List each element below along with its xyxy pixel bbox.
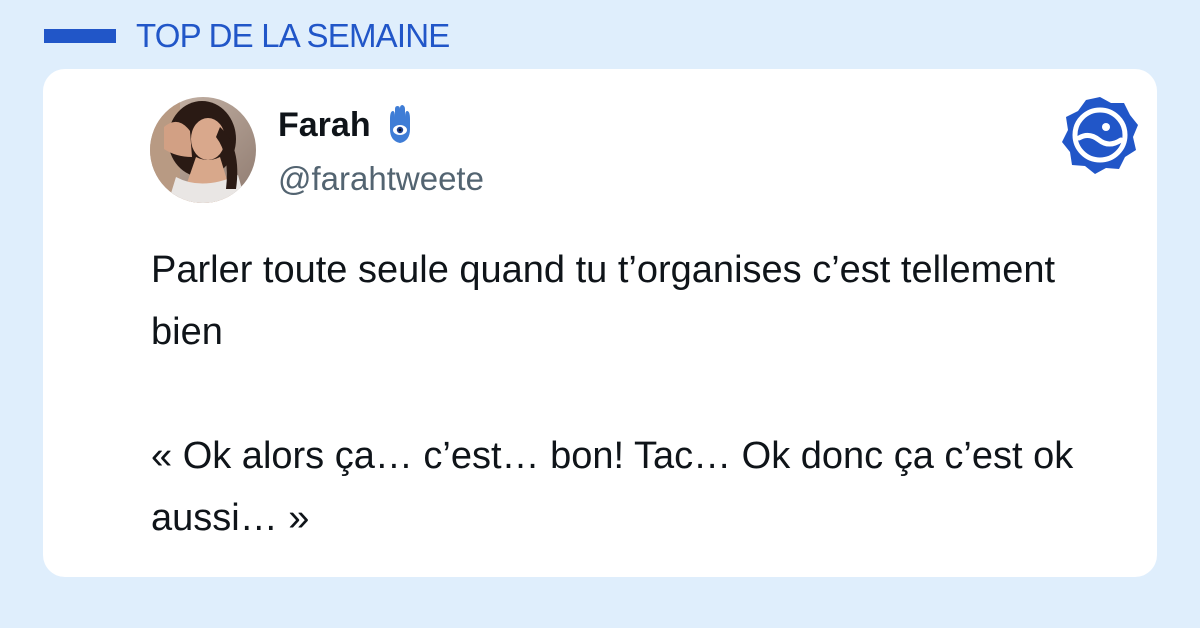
author-handle[interactable]: @farahtweete (278, 157, 484, 201)
header-accent-bar (44, 29, 116, 43)
section-header: TOP DE LA SEMAINE (44, 14, 450, 58)
author-name[interactable]: Farah (278, 103, 371, 147)
tweet-paragraph: « Ok alors ça… c’est… bon! Tac… Ok donc … (151, 435, 1074, 539)
avatar-photo (150, 97, 256, 203)
section-title: TOP DE LA SEMAINE (136, 17, 450, 54)
brand-logo-icon[interactable] (1059, 94, 1141, 176)
tweet-paragraph: Parler toute seule quand tu t’organises … (151, 249, 1056, 353)
tweet-text: Parler toute seule quand tu t’organises … (151, 239, 1111, 549)
tweet-card[interactable]: Farah @farahtweete Parler toute seule qu… (43, 69, 1157, 577)
author-row[interactable]: Farah (278, 103, 415, 147)
hamsa-icon (389, 105, 410, 143)
avatar[interactable] (150, 97, 256, 203)
